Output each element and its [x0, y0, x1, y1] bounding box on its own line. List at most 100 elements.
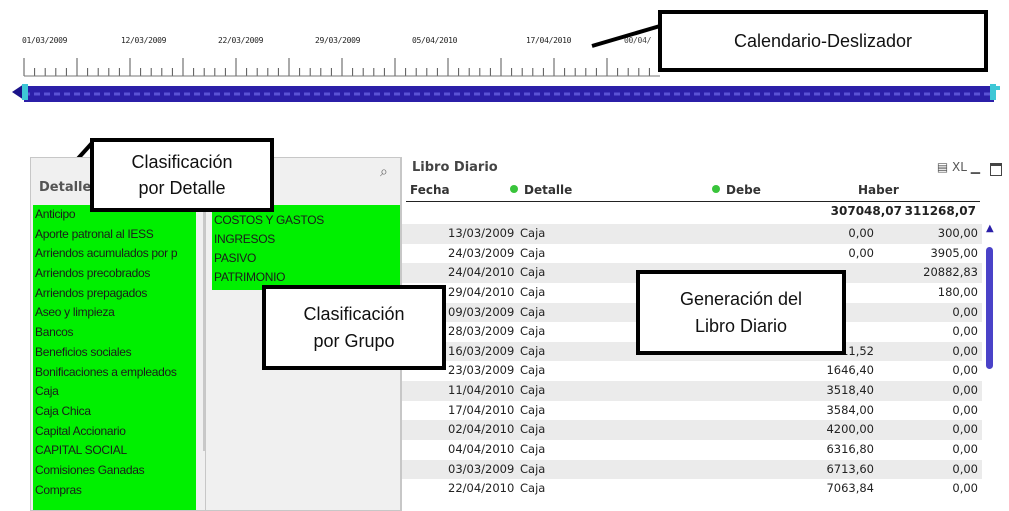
cell-debe: 0,00	[848, 226, 874, 240]
cell-haber: 0,00	[952, 324, 978, 339]
scroll-up-icon[interactable]: ▲	[986, 223, 994, 234]
table-row[interactable]: 23/03/2009 Caja 1646,40 0,00	[402, 361, 982, 381]
export-xl-button[interactable]: XL	[952, 160, 967, 174]
callout-calendario: Calendario-Deslizador	[658, 10, 988, 72]
callout-libro: Generación del Libro Diario	[636, 270, 846, 355]
cell-debe: 4200,00	[826, 422, 874, 437]
header-divider	[406, 201, 980, 202]
grupo-list-item[interactable]: INGRESOS	[212, 230, 400, 249]
cell-haber: 0,00	[952, 343, 978, 358]
detalle-listbox-title: Detalle	[39, 180, 92, 195]
cell-haber: 0,00	[952, 383, 978, 398]
detalle-list-item[interactable]: Caja Chica	[33, 402, 196, 422]
cell-fecha: 24/04/2010	[448, 265, 515, 280]
detalle-list-item[interactable]: CAPITAL SOCIAL	[33, 441, 196, 461]
cell-haber: 0,00	[952, 402, 978, 417]
slider-left-handle[interactable]	[22, 84, 28, 100]
cell-haber: 3905,00	[930, 245, 978, 260]
header-detalle[interactable]: Detalle	[510, 183, 572, 197]
cell-detalle: Caja	[520, 422, 546, 437]
cell-detalle: Caja	[520, 343, 546, 358]
detalle-list-item[interactable]: Beneficios sociales	[33, 343, 196, 363]
table-row[interactable]: 13/03/2009 Caja 0,00 300,00	[402, 224, 982, 244]
detalle-list-item[interactable]: Caja	[33, 382, 196, 402]
cell-fecha: 24/03/2009	[448, 245, 515, 260]
cell-detalle: Caja	[520, 284, 546, 299]
cell-fecha: 03/03/2009	[448, 461, 515, 476]
table-row[interactable]: 11/04/2010 Caja 3518,40 0,00	[402, 381, 982, 401]
detalle-list-item[interactable]: Bonificaciones a empleados	[33, 363, 196, 383]
search-icon[interactable]: ⌕	[380, 164, 388, 180]
cell-debe: 7063,84	[826, 481, 874, 496]
cell-detalle: Caja	[520, 226, 546, 240]
detalle-list-item[interactable]: Aseo y limpieza	[33, 303, 196, 323]
table-row[interactable]: 24/03/2009 Caja 0,00 3905,00	[402, 244, 982, 264]
cell-fecha: 09/03/2009	[448, 304, 515, 319]
cell-detalle: Caja	[520, 402, 546, 417]
cell-haber: 0,00	[952, 442, 978, 457]
cell-fecha: 02/04/2010	[448, 422, 515, 437]
cell-detalle: Caja	[520, 481, 546, 496]
detalle-list-item[interactable]: Capital Accionario	[33, 422, 196, 442]
minimize-icon[interactable]: ▁	[971, 160, 980, 174]
detalle-list-item[interactable]: Arriendos precobrados	[33, 264, 196, 284]
cell-debe: 3584,00	[826, 402, 874, 417]
cell-haber: 0,00	[952, 481, 978, 496]
cell-detalle: Caja	[520, 304, 546, 319]
detalle-list-item[interactable]: Compras	[33, 481, 196, 501]
callout-grupo: Clasificación por Grupo	[262, 285, 446, 370]
slider-right-handle[interactable]	[990, 84, 996, 100]
header-detalle-label: Detalle	[524, 183, 573, 197]
toolbar: ▤ XL ▁	[937, 160, 980, 174]
cell-fecha: 13/03/2009	[448, 226, 515, 240]
detalle-list[interactable]: Anticipo Aporte patronal al IESS Arriendos…	[33, 205, 196, 510]
cell-fecha: 04/04/2010	[448, 442, 515, 457]
cell-debe: 1646,40	[826, 363, 874, 378]
cell-detalle: Caja	[520, 442, 546, 457]
cell-haber: 0,00	[952, 422, 978, 437]
table-row[interactable]: 03/03/2009 Caja 6713,60 0,00	[402, 459, 982, 480]
table-scroll-thumb[interactable]	[986, 247, 993, 369]
print-icon[interactable]: ▤	[937, 160, 948, 174]
grupo-list[interactable]: COSTOS Y GASTOS INGRESOS PASIVO PATRIMONIO	[212, 205, 400, 290]
cell-detalle: Caja	[520, 363, 546, 378]
cell-fecha: 17/04/2010	[448, 402, 515, 417]
table-row[interactable]: 22/04/2010 Caja 7063,84 0,00	[402, 479, 982, 499]
detalle-list-item[interactable]: Aporte patronal al IESS	[33, 225, 196, 245]
cell-detalle: Caja	[520, 461, 546, 476]
table-row[interactable]: 02/04/2010 Caja 4200,00 0,00	[402, 420, 982, 441]
detalle-list-item[interactable]: Comisiones Ganadas	[33, 461, 196, 481]
header-debe-label: Debe	[726, 183, 761, 197]
cell-debe: 6316,80	[826, 442, 874, 457]
slider-ticks	[23, 58, 650, 76]
cell-detalle: Caja	[520, 324, 546, 339]
header-haber[interactable]: Haber	[858, 183, 899, 197]
callout-detalle: Clasificación por Detalle	[90, 138, 274, 212]
grupo-list-item[interactable]: PASIVO	[212, 249, 400, 268]
maximize-icon[interactable]	[990, 163, 1002, 176]
grupo-list-item[interactable]: COSTOS Y GASTOS	[212, 211, 400, 230]
total-debe: 307048,07	[830, 204, 902, 218]
detalle-list-item[interactable]: Arriendos acumulados por p	[33, 244, 196, 264]
cell-fecha: 16/03/2009	[448, 343, 515, 358]
cell-haber: 20882,83	[923, 265, 978, 280]
table-row[interactable]: 04/04/2010 Caja 6316,80 0,00	[402, 440, 982, 460]
detalle-list-item[interactable]: Bancos	[33, 323, 196, 343]
cell-fecha: 29/04/2010	[448, 284, 515, 299]
total-haber: 311268,07	[904, 204, 976, 218]
cell-detalle: Caja	[520, 265, 546, 280]
table-row[interactable]: 17/04/2010 Caja 3584,00 0,00	[402, 401, 982, 421]
header-debe[interactable]: Debe	[712, 183, 761, 197]
filter-dot-icon	[712, 185, 720, 193]
table-body: 13/03/2009 Caja 0,00 300,00 24/03/2009 Caja 0,…	[402, 224, 982, 499]
header-fecha[interactable]: Fecha	[410, 183, 450, 197]
cell-haber: 180,00	[937, 284, 978, 299]
detalle-list-item[interactable]: Arriendos prepagados	[33, 284, 196, 304]
cell-haber: 0,00	[952, 363, 978, 378]
cell-haber: 0,00	[952, 304, 978, 319]
cell-debe: 0,00	[848, 245, 874, 260]
table-title: Libro Diario	[412, 160, 498, 175]
cell-haber: 0,00	[952, 461, 978, 476]
cell-debe: 6713,60	[826, 461, 874, 476]
cell-detalle: Caja	[520, 383, 546, 398]
